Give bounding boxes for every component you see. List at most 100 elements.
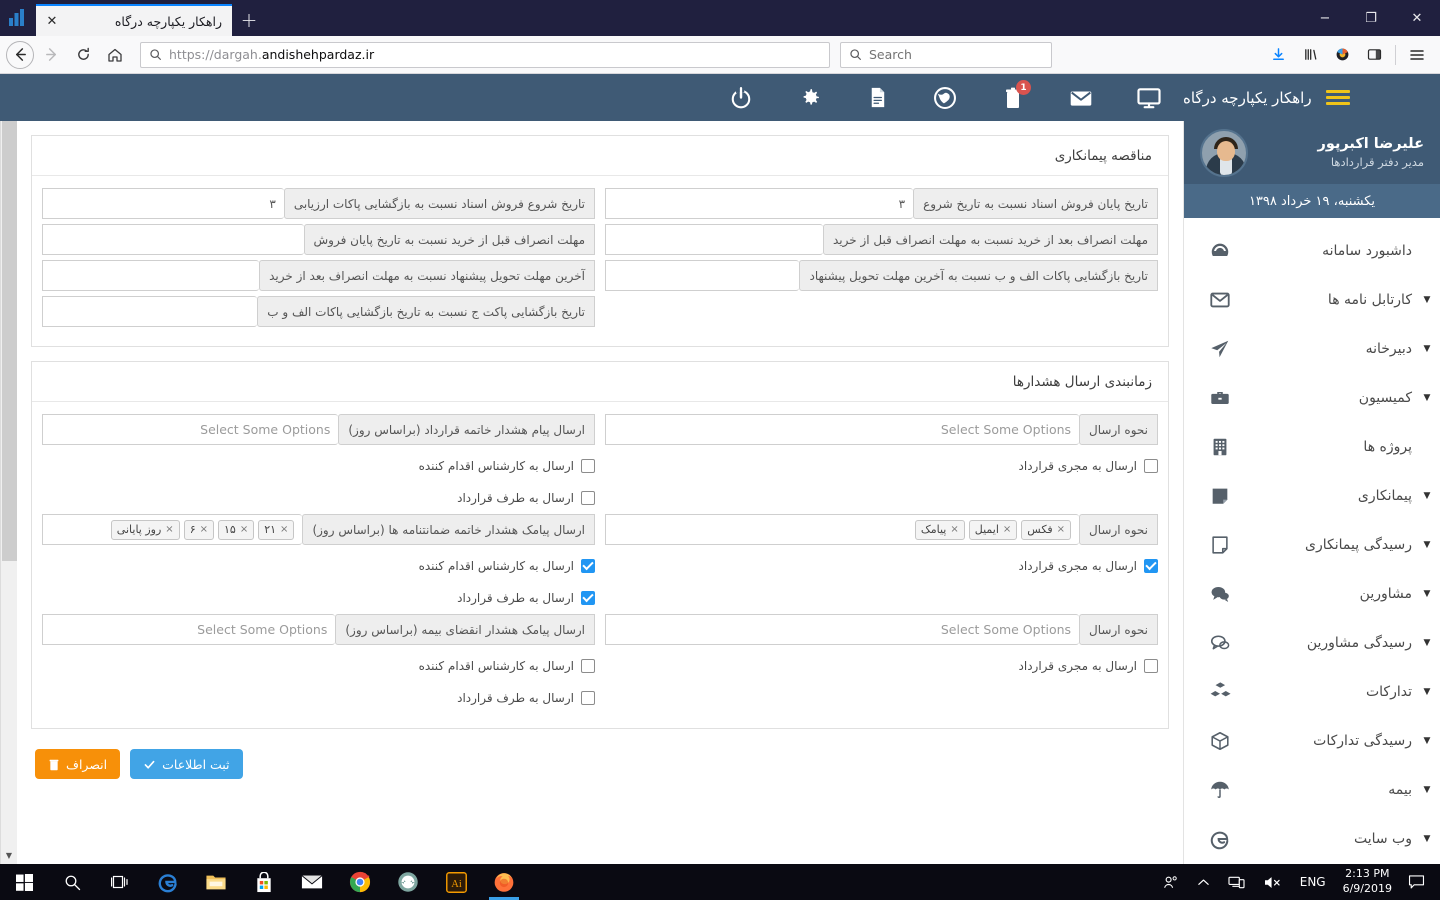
sidebar-toggle-icon[interactable] bbox=[1359, 40, 1389, 70]
chevron-down-icon[interactable]: ▼ bbox=[1414, 687, 1440, 697]
firefox-icon[interactable] bbox=[480, 864, 528, 900]
chevron-down-icon[interactable]: ▼ bbox=[1414, 393, 1440, 403]
checkbox-box[interactable] bbox=[581, 591, 595, 605]
chrome-icon[interactable] bbox=[336, 864, 384, 900]
trash-icon[interactable]: 1 bbox=[979, 74, 1047, 121]
downloads-icon[interactable] bbox=[1263, 40, 1293, 70]
chevron-down-icon[interactable]: ▼ bbox=[1414, 491, 1440, 501]
sidebar-item-projects[interactable]: ▼ پروژه ها bbox=[1184, 422, 1440, 471]
field-input[interactable] bbox=[42, 296, 258, 327]
avatar[interactable] bbox=[1200, 128, 1248, 177]
sidebar-item-contracting[interactable]: ▼ پیمانکاری bbox=[1184, 471, 1440, 520]
reload-button[interactable] bbox=[68, 40, 98, 70]
field-input[interactable] bbox=[42, 260, 260, 291]
sidebar-item-consultants[interactable]: ▼ مشاورین bbox=[1184, 569, 1440, 618]
checkbox-box[interactable] bbox=[581, 559, 595, 573]
network-icon[interactable] bbox=[1219, 864, 1254, 900]
notifications-icon[interactable] bbox=[1400, 864, 1436, 900]
chevron-down-icon[interactable]: ▼ bbox=[1414, 834, 1440, 844]
tag-chip[interactable]: × ۲۱ bbox=[258, 519, 295, 540]
sidebar-item-procurement-review[interactable]: ▼ رسیدگی تدارکات bbox=[1184, 716, 1440, 765]
mail-icon[interactable] bbox=[288, 864, 336, 900]
chevron-down-icon[interactable]: ▼ bbox=[1414, 295, 1440, 305]
file-explorer-icon[interactable] bbox=[192, 864, 240, 900]
checkbox-box[interactable] bbox=[1144, 459, 1158, 473]
checkbox-expert-1[interactable]: ارسال به کارشناس اقدام کننده bbox=[42, 550, 595, 582]
checkbox-executor-2[interactable]: ارسال به مجری قرارداد bbox=[605, 650, 1158, 682]
sidebar-item-contracting-review[interactable]: ▼ رسیدگی پیمانکاری bbox=[1184, 520, 1440, 569]
tag-chip[interactable]: × فکس bbox=[1021, 519, 1072, 540]
globe-icon[interactable] bbox=[911, 74, 979, 121]
chevron-down-icon[interactable]: ▼ bbox=[1414, 736, 1440, 746]
checkbox-expert-2[interactable]: ارسال به کارشناس اقدام کننده bbox=[42, 650, 595, 682]
cancel-button[interactable]: انصراف bbox=[35, 749, 121, 779]
checkbox-box[interactable] bbox=[581, 691, 595, 705]
submit-button[interactable]: ثبت اطلاعات bbox=[130, 749, 243, 779]
alert-days-select[interactable]: Select Some Options bbox=[42, 414, 339, 445]
document-icon[interactable] bbox=[843, 74, 911, 121]
people-icon[interactable] bbox=[1153, 864, 1188, 900]
chevron-down-icon[interactable]: ▼ bbox=[1414, 589, 1440, 599]
show-hidden-icons-icon[interactable] bbox=[1188, 864, 1219, 900]
checkbox-expert-0[interactable]: ارسال به کارشناس اقدام کننده bbox=[42, 450, 595, 482]
field-input[interactable] bbox=[605, 224, 823, 255]
checkbox-box[interactable] bbox=[581, 459, 595, 473]
send-method-select[interactable]: × فکس × ایمیل × پیامک bbox=[605, 514, 1080, 545]
edge-icon[interactable] bbox=[144, 864, 192, 900]
store-icon[interactable] bbox=[240, 864, 288, 900]
menu-toggle-icon[interactable] bbox=[1325, 90, 1350, 105]
page-scrollbar[interactable]: ▲ ▼ bbox=[0, 74, 17, 864]
chevron-down-icon[interactable]: ▼ bbox=[1414, 785, 1440, 795]
sidebar-item-procurement[interactable]: ▼ تدارکات bbox=[1184, 667, 1440, 716]
tag-chip[interactable]: × روز پایانی bbox=[110, 519, 180, 540]
browser-tab[interactable]: راهکار یکپارچه درگاه ✕ bbox=[36, 4, 232, 36]
scroll-down-icon[interactable]: ▼ bbox=[1, 847, 18, 864]
checkbox-box[interactable] bbox=[1144, 559, 1158, 573]
sidebar-item-consultants-review[interactable]: ▼ رسیدگی مشاورین bbox=[1184, 618, 1440, 667]
chevron-down-icon[interactable]: ▼ bbox=[1414, 540, 1440, 550]
scrollbar-thumb[interactable] bbox=[2, 91, 17, 561]
checkbox-party-2[interactable]: ارسال به طرف قرارداد bbox=[42, 682, 595, 714]
sidebar-item-website[interactable]: ▼ وب سایت bbox=[1184, 814, 1440, 863]
checkbox-executor-1[interactable]: ارسال به مجری قرارداد bbox=[605, 550, 1158, 582]
chevron-down-icon[interactable]: ▼ bbox=[1414, 344, 1440, 354]
checkbox-party-0[interactable]: ارسال به طرف قرارداد bbox=[42, 482, 595, 514]
search-icon[interactable] bbox=[48, 864, 96, 900]
checkbox-box[interactable] bbox=[1144, 659, 1158, 673]
checkbox-box[interactable] bbox=[581, 491, 595, 505]
send-method-select[interactable]: Select Some Options bbox=[605, 414, 1080, 445]
user-profile[interactable]: علیرضا اکبرپور مدیر دفتر قراردادها bbox=[1184, 121, 1440, 184]
send-method-select[interactable]: Select Some Options bbox=[605, 614, 1080, 645]
checkbox-executor-0[interactable]: ارسال به مجری قرارداد bbox=[605, 450, 1158, 482]
illustrator-icon[interactable]: Ai bbox=[432, 864, 480, 900]
sidebar-item-dashboard[interactable]: ▼ داشبورد سامانه bbox=[1184, 226, 1440, 275]
teamviewer-icon[interactable] bbox=[384, 864, 432, 900]
account-icon[interactable] bbox=[1327, 40, 1357, 70]
tag-chip[interactable]: × ۶ bbox=[183, 519, 214, 540]
mail-icon[interactable] bbox=[1047, 74, 1115, 121]
alert-days-select[interactable]: Select Some Options bbox=[42, 614, 336, 645]
tag-chip[interactable]: × پیامک bbox=[914, 519, 965, 540]
gear-icon[interactable] bbox=[775, 74, 843, 121]
tag-chip[interactable]: × ایمیل bbox=[968, 519, 1018, 540]
sidebar-item-secretariat[interactable]: ▼ دبیرخانه bbox=[1184, 324, 1440, 373]
menu-icon[interactable] bbox=[1402, 40, 1432, 70]
field-input[interactable]: ۳ bbox=[605, 188, 914, 219]
forward-button[interactable] bbox=[36, 40, 66, 70]
sidebar-item-insurance[interactable]: ▼ بیمه bbox=[1184, 765, 1440, 814]
sidebar-item-letters[interactable]: ▼ کارتابل نامه ها bbox=[1184, 275, 1440, 324]
close-button[interactable]: ✕ bbox=[1394, 0, 1440, 36]
volume-muted-icon[interactable] bbox=[1254, 864, 1291, 900]
tab-close-icon[interactable]: ✕ bbox=[44, 13, 60, 29]
maximize-button[interactable]: ❐ bbox=[1348, 0, 1394, 36]
sidebar-item-commission[interactable]: ▼ کمیسیون bbox=[1184, 373, 1440, 422]
home-button[interactable] bbox=[100, 40, 130, 70]
power-icon[interactable] bbox=[707, 74, 775, 121]
checkbox-box[interactable] bbox=[581, 659, 595, 673]
library-icon[interactable] bbox=[1295, 40, 1325, 70]
tag-chip[interactable]: × ۱۵ bbox=[218, 519, 255, 540]
field-input[interactable] bbox=[42, 224, 304, 255]
back-button[interactable] bbox=[6, 40, 34, 69]
new-tab-button[interactable]: + bbox=[232, 4, 266, 36]
monitor-icon[interactable] bbox=[1115, 74, 1183, 121]
